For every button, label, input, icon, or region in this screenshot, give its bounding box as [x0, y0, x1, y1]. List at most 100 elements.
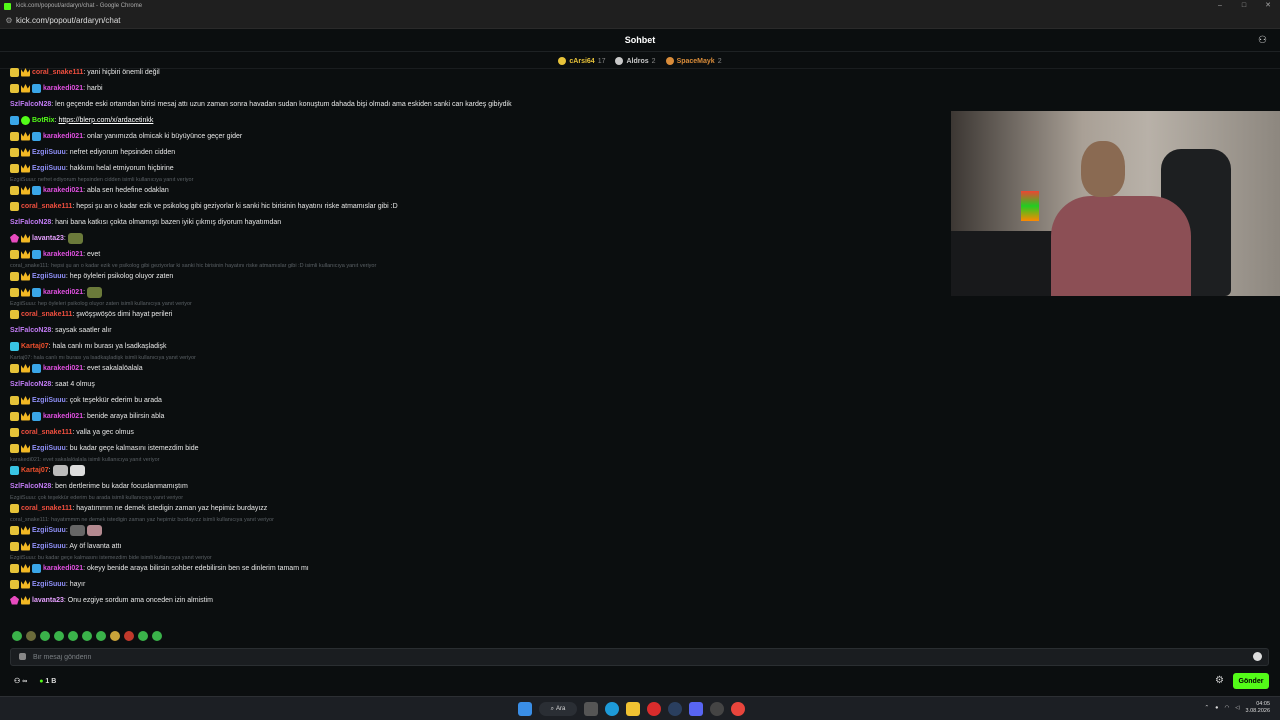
chat-link[interactable]: https://blerp.com/x/ardacetinkk: [58, 117, 153, 124]
chat-username[interactable]: karakedi021: [43, 365, 83, 372]
chat-username[interactable]: coral_snake111: [21, 429, 72, 436]
url-text[interactable]: kick.com/popout/ardaryn/chat: [16, 16, 121, 25]
chat-username[interactable]: EzgiiSuuu: [32, 149, 66, 156]
chat-message[interactable]: karakedi021: benide araya bilirsin abla: [10, 410, 164, 422]
chat-username[interactable]: BotRix: [32, 117, 55, 124]
chat-username[interactable]: karakedi021: [43, 133, 83, 140]
task-view-icon[interactable]: [584, 702, 598, 716]
emote-icon[interactable]: [138, 631, 148, 641]
leaderboard-entry[interactable]: Aldros 2: [615, 57, 656, 65]
chat-username[interactable]: coral_snake111: [21, 505, 72, 512]
chat-username[interactable]: karakedi021: [43, 187, 83, 194]
opera-icon[interactable]: [647, 702, 661, 716]
emote-icon[interactable]: [96, 631, 106, 641]
windows-start-icon[interactable]: [518, 702, 532, 716]
emoji-picker-icon[interactable]: [1253, 652, 1262, 661]
chat-message[interactable]: Kartaj07:: [10, 464, 85, 476]
close-icon[interactable]: ✕: [1256, 0, 1280, 12]
network-icon[interactable]: ◠: [1224, 705, 1229, 711]
chat-message[interactable]: lavanta23: Onu ezgiye sordum ama onceden…: [10, 594, 213, 606]
chrome-icon[interactable]: [731, 702, 745, 716]
chat-message[interactable]: coral_snake111: hayatımmm ne demek isted…: [10, 502, 267, 514]
chat-username[interactable]: coral_snake111: [21, 203, 72, 210]
chat-username[interactable]: SzlFalcoN28: [10, 327, 51, 334]
chat-messages[interactable]: coral_snake111: yani hiçbiri önemli deği…: [10, 66, 940, 626]
chat-message[interactable]: SzlFalcoN28: saat 4 olmuş: [10, 378, 95, 390]
chat-username[interactable]: SzlFalcoN28: [10, 219, 51, 226]
chat-username[interactable]: EzgiiSuuu: [32, 273, 66, 280]
chat-username[interactable]: Kartaj07: [21, 467, 49, 474]
maximize-icon[interactable]: □: [1232, 0, 1256, 12]
chat-message[interactable]: karakedi021: harbi: [10, 82, 103, 94]
chat-message[interactable]: coral_snake111: şwöşşwöşös dimi hayat pe…: [10, 308, 172, 320]
chat-emote[interactable]: [69, 464, 85, 476]
chat-username[interactable]: EzgiiSuuu: [32, 543, 66, 550]
chat-message[interactable]: EzgiiSuuu: hayır: [10, 578, 85, 590]
chat-username[interactable]: karakedi021: [43, 565, 83, 572]
emote-icon[interactable]: [12, 631, 22, 641]
chat-username[interactable]: lavanta23: [32, 597, 64, 604]
chat-message[interactable]: coral_snake111: valla ya gec olmus: [10, 426, 134, 438]
chat-message[interactable]: coral_snake111: hepsi şu an o kadar ezik…: [10, 200, 398, 212]
chat-message[interactable]: karakedi021: okeyy benide araya bilirsin…: [10, 562, 309, 574]
address-bar[interactable]: ⚙ kick.com/popout/ardaryn/chat: [0, 12, 1280, 29]
leaderboard-entry[interactable]: SpaceMayk 2: [665, 57, 722, 65]
chat-message[interactable]: karakedi021: onlar yanımızda olmicak ki …: [10, 130, 242, 142]
chevron-up-icon[interactable]: ⌃: [1205, 705, 1210, 711]
chat-emote[interactable]: [52, 464, 68, 476]
chat-username[interactable]: lavanta23: [32, 235, 64, 242]
obs-icon[interactable]: [710, 702, 724, 716]
chat-message[interactable]: EzgiiSuuu:: [10, 524, 102, 536]
chat-message[interactable]: Kartaj07: hala canlı mı burası ya lsadka…: [10, 340, 167, 352]
connections-indicator[interactable]: ⚇ ∞: [14, 677, 27, 685]
chat-message[interactable]: SzlFalcoN28: len geçende eski ortamdan b…: [10, 98, 512, 110]
steam-icon[interactable]: [668, 702, 682, 716]
chat-message[interactable]: SzlFalcoN28: saysak saatler alır: [10, 324, 112, 336]
emote-icon[interactable]: [26, 631, 36, 641]
file-explorer-icon[interactable]: [626, 702, 640, 716]
chat-message[interactable]: SzlFalcoN28: hani bana katkısı çokta olm…: [10, 216, 281, 228]
emote-icon[interactable]: [68, 631, 78, 641]
chat-username[interactable]: EzgiiSuuu: [32, 397, 66, 404]
edge-icon[interactable]: [605, 702, 619, 716]
chat-message[interactable]: karakedi021: evet: [10, 248, 100, 260]
stream-video-player[interactable]: [951, 111, 1280, 296]
send-button[interactable]: Gönder: [1233, 673, 1269, 689]
emote-icon[interactable]: [82, 631, 92, 641]
chat-emote[interactable]: [87, 286, 103, 298]
chat-message[interactable]: karakedi021: abla sen hedefine odaklan: [10, 184, 169, 196]
channel-points[interactable]: ● 1 B: [39, 678, 56, 685]
chat-username[interactable]: karakedi021: [43, 289, 83, 296]
chat-message[interactable]: EzgiiSuuu: Ay öf lavanta attı: [10, 540, 121, 552]
chat-settings-gear-icon[interactable]: ⚙: [1215, 676, 1225, 686]
chat-message[interactable]: EzgiiSuuu: hep öyleleri psikolog oluyor …: [10, 270, 173, 282]
quick-emote-bar[interactable]: [12, 631, 162, 642]
chat-input-box[interactable]: [10, 648, 1269, 666]
emote-icon[interactable]: [40, 631, 50, 641]
chat-username[interactable]: coral_snake111: [21, 311, 72, 318]
discord-icon[interactable]: [689, 702, 703, 716]
chat-message[interactable]: karakedi021: evet sakalalöalala: [10, 362, 143, 374]
chat-username[interactable]: EzgiiSuuu: [32, 581, 66, 588]
chat-message[interactable]: EzgiiSuuu: hakkımı helal etmiyorum hiçbi…: [10, 162, 174, 174]
emote-icon[interactable]: [124, 631, 134, 641]
chat-message[interactable]: coral_snake111: yani hiçbiri önemli deği…: [10, 66, 160, 78]
chat-username[interactable]: EzgiiSuuu: [32, 445, 66, 452]
chat-emote[interactable]: [67, 232, 83, 244]
chat-username[interactable]: karakedi021: [43, 251, 83, 258]
chat-message[interactable]: BotRix: https://blerp.com/x/ardacetinkk: [10, 114, 153, 126]
user-settings-icon[interactable]: ⚇: [1258, 35, 1270, 47]
chat-message[interactable]: EzgiiSuuu: çok teşekkür ederim bu arada: [10, 394, 162, 406]
chat-username[interactable]: Kartaj07: [21, 343, 49, 350]
volume-icon[interactable]: ◁: [1235, 705, 1239, 711]
leaderboard-entry[interactable]: cArsi64 17: [558, 57, 605, 65]
chat-message[interactable]: EzgiiSuuu: nefret ediyorum hepsinden cid…: [10, 146, 175, 158]
site-info-icon[interactable]: ⚙: [2, 16, 16, 25]
chat-username[interactable]: EzgiiSuuu: [32, 165, 66, 172]
chat-username[interactable]: SzlFalcoN28: [10, 101, 51, 108]
chat-username[interactable]: EzgiiSuuu: [32, 527, 66, 534]
chat-emote[interactable]: [86, 524, 102, 536]
emote-icon[interactable]: [110, 631, 120, 641]
chat-username[interactable]: coral_snake111: [32, 69, 83, 76]
chat-rules-icon[interactable]: [19, 653, 26, 660]
